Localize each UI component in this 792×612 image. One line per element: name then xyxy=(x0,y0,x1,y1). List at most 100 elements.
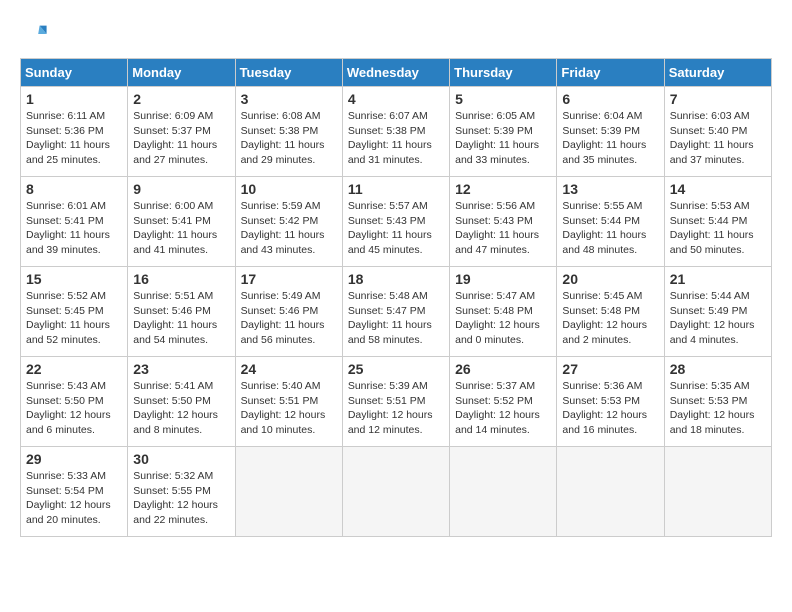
table-row: 6 Sunrise: 6:04 AMSunset: 5:39 PMDaylight… xyxy=(557,87,664,177)
table-row: 24 Sunrise: 5:40 AMSunset: 5:51 PMDayligh… xyxy=(235,357,342,447)
table-row: 27 Sunrise: 5:36 AMSunset: 5:53 PMDayligh… xyxy=(557,357,664,447)
table-row: 28 Sunrise: 5:35 AMSunset: 5:53 PMDayligh… xyxy=(664,357,771,447)
table-row: 9 Sunrise: 6:00 AMSunset: 5:41 PMDaylight… xyxy=(128,177,235,267)
day-number: 19 xyxy=(455,271,551,287)
table-row xyxy=(664,447,771,537)
calendar-row: 8 Sunrise: 6:01 AMSunset: 5:41 PMDaylight… xyxy=(21,177,772,267)
header xyxy=(20,20,772,48)
day-info: Sunrise: 5:43 AMSunset: 5:50 PMDaylight:… xyxy=(26,379,122,438)
table-row: 23Sunrise: 5:41 AMSunset: 5:50 PMDayligh… xyxy=(128,357,235,447)
day-info: Sunrise: 5:51 AMSunset: 5:46 PMDaylight:… xyxy=(133,289,229,348)
day-info: Sunrise: 5:55 AMSunset: 5:44 PMDaylight:… xyxy=(562,199,658,258)
table-row: 7Sunrise: 6:03 AMSunset: 5:40 PMDaylight… xyxy=(664,87,771,177)
day-info: Sunrise: 5:47 AMSunset: 5:48 PMDaylight:… xyxy=(455,289,551,348)
logo-icon xyxy=(20,20,48,48)
table-row: 15Sunrise: 5:52 AMSunset: 5:45 PMDayligh… xyxy=(21,267,128,357)
day-info: Sunrise: 5:52 AMSunset: 5:45 PMDaylight:… xyxy=(26,289,122,348)
table-row xyxy=(235,447,342,537)
col-tuesday: Tuesday xyxy=(235,59,342,87)
day-info: Sunrise: 5:59 AMSunset: 5:42 PMDaylight:… xyxy=(241,199,337,258)
table-row: 13 Sunrise: 5:55 AMSunset: 5:44 PMDayligh… xyxy=(557,177,664,267)
table-row: 16 Sunrise: 5:51 AMSunset: 5:46 PMDayligh… xyxy=(128,267,235,357)
day-info: Sunrise: 6:09 AMSunset: 5:37 PMDaylight:… xyxy=(133,109,229,168)
day-number: 25 xyxy=(348,361,444,377)
day-info: Sunrise: 6:08 AMSunset: 5:38 PMDaylight:… xyxy=(241,109,337,168)
day-info: Sunrise: 5:32 AMSunset: 5:55 PMDaylight:… xyxy=(133,469,229,528)
col-sunday: Sunday xyxy=(21,59,128,87)
day-number: 24 xyxy=(241,361,337,377)
day-info: Sunrise: 5:53 AMSunset: 5:44 PMDaylight:… xyxy=(670,199,766,258)
day-info: Sunrise: 5:48 AMSunset: 5:47 PMDaylight:… xyxy=(348,289,444,348)
calendar-row: 15Sunrise: 5:52 AMSunset: 5:45 PMDayligh… xyxy=(21,267,772,357)
header-row: Sunday Monday Tuesday Wednesday Thursday… xyxy=(21,59,772,87)
day-info: Sunrise: 5:56 AMSunset: 5:43 PMDaylight:… xyxy=(455,199,551,258)
table-row: 2 Sunrise: 6:09 AMSunset: 5:37 PMDaylight… xyxy=(128,87,235,177)
day-number: 13 xyxy=(562,181,658,197)
day-info: Sunrise: 6:00 AMSunset: 5:41 PMDaylight:… xyxy=(133,199,229,258)
col-monday: Monday xyxy=(128,59,235,87)
day-info: Sunrise: 5:57 AMSunset: 5:43 PMDaylight:… xyxy=(348,199,444,258)
day-info: Sunrise: 5:37 AMSunset: 5:52 PMDaylight:… xyxy=(455,379,551,438)
table-row: 19 Sunrise: 5:47 AMSunset: 5:48 PMDayligh… xyxy=(450,267,557,357)
day-info: Sunrise: 5:41 AMSunset: 5:50 PMDaylight:… xyxy=(133,379,229,438)
table-row: 21Sunrise: 5:44 AMSunset: 5:49 PMDayligh… xyxy=(664,267,771,357)
day-number: 6 xyxy=(562,91,658,107)
calendar-row: 29Sunrise: 5:33 AMSunset: 5:54 PMDayligh… xyxy=(21,447,772,537)
table-row: 12 Sunrise: 5:56 AMSunset: 5:43 PMDayligh… xyxy=(450,177,557,267)
day-info: Sunrise: 5:45 AMSunset: 5:48 PMDaylight:… xyxy=(562,289,658,348)
day-number: 1 xyxy=(26,91,122,107)
day-info: Sunrise: 6:07 AMSunset: 5:38 PMDaylight:… xyxy=(348,109,444,168)
table-row: 1 Sunrise: 6:11 AMSunset: 5:36 PMDaylight… xyxy=(21,87,128,177)
day-number: 7 xyxy=(670,91,766,107)
day-number: 16 xyxy=(133,271,229,287)
table-row: 18 Sunrise: 5:48 AMSunset: 5:47 PMDayligh… xyxy=(342,267,449,357)
table-row xyxy=(450,447,557,537)
day-number: 27 xyxy=(562,361,658,377)
day-info: Sunrise: 6:04 AMSunset: 5:39 PMDaylight:… xyxy=(562,109,658,168)
day-number: 20 xyxy=(562,271,658,287)
day-number: 2 xyxy=(133,91,229,107)
table-row: 3 Sunrise: 6:08 AMSunset: 5:38 PMDaylight… xyxy=(235,87,342,177)
day-number: 9 xyxy=(133,181,229,197)
day-number: 28 xyxy=(670,361,766,377)
col-friday: Friday xyxy=(557,59,664,87)
day-info: Sunrise: 5:49 AMSunset: 5:46 PMDaylight:… xyxy=(241,289,337,348)
day-number: 11 xyxy=(348,181,444,197)
calendar-row: 22 Sunrise: 5:43 AMSunset: 5:50 PMDayligh… xyxy=(21,357,772,447)
day-info: Sunrise: 6:11 AMSunset: 5:36 PMDaylight:… xyxy=(26,109,122,168)
day-number: 10 xyxy=(241,181,337,197)
calendar-row: 1 Sunrise: 6:11 AMSunset: 5:36 PMDaylight… xyxy=(21,87,772,177)
calendar-body: 1 Sunrise: 6:11 AMSunset: 5:36 PMDaylight… xyxy=(21,87,772,537)
table-row: 26 Sunrise: 5:37 AMSunset: 5:52 PMDayligh… xyxy=(450,357,557,447)
day-number: 8 xyxy=(26,181,122,197)
day-info: Sunrise: 5:39 AMSunset: 5:51 PMDaylight:… xyxy=(348,379,444,438)
day-number: 21 xyxy=(670,271,766,287)
col-thursday: Thursday xyxy=(450,59,557,87)
day-number: 3 xyxy=(241,91,337,107)
day-number: 17 xyxy=(241,271,337,287)
table-row: 17 Sunrise: 5:49 AMSunset: 5:46 PMDayligh… xyxy=(235,267,342,357)
day-info: Sunrise: 5:36 AMSunset: 5:53 PMDaylight:… xyxy=(562,379,658,438)
day-info: Sunrise: 5:35 AMSunset: 5:53 PMDaylight:… xyxy=(670,379,766,438)
day-info: Sunrise: 5:40 AMSunset: 5:51 PMDaylight:… xyxy=(241,379,337,438)
table-row: 11 Sunrise: 5:57 AMSunset: 5:43 PMDayligh… xyxy=(342,177,449,267)
day-number: 22 xyxy=(26,361,122,377)
logo xyxy=(20,20,52,48)
table-row: 8 Sunrise: 6:01 AMSunset: 5:41 PMDaylight… xyxy=(21,177,128,267)
table-row: 14 Sunrise: 5:53 AMSunset: 5:44 PMDayligh… xyxy=(664,177,771,267)
day-number: 12 xyxy=(455,181,551,197)
col-wednesday: Wednesday xyxy=(342,59,449,87)
day-number: 18 xyxy=(348,271,444,287)
day-info: Sunrise: 6:01 AMSunset: 5:41 PMDaylight:… xyxy=(26,199,122,258)
table-row: 5Sunrise: 6:05 AMSunset: 5:39 PMDaylight… xyxy=(450,87,557,177)
day-number: 4 xyxy=(348,91,444,107)
table-row: 10 Sunrise: 5:59 AMSunset: 5:42 PMDayligh… xyxy=(235,177,342,267)
table-row: 25 Sunrise: 5:39 AMSunset: 5:51 PMDayligh… xyxy=(342,357,449,447)
calendar-table: Sunday Monday Tuesday Wednesday Thursday… xyxy=(20,58,772,537)
table-row: 4 Sunrise: 6:07 AMSunset: 5:38 PMDaylight… xyxy=(342,87,449,177)
day-number: 30 xyxy=(133,451,229,467)
day-number: 5 xyxy=(455,91,551,107)
day-info: Sunrise: 5:33 AMSunset: 5:54 PMDaylight:… xyxy=(26,469,122,528)
day-number: 14 xyxy=(670,181,766,197)
day-number: 26 xyxy=(455,361,551,377)
